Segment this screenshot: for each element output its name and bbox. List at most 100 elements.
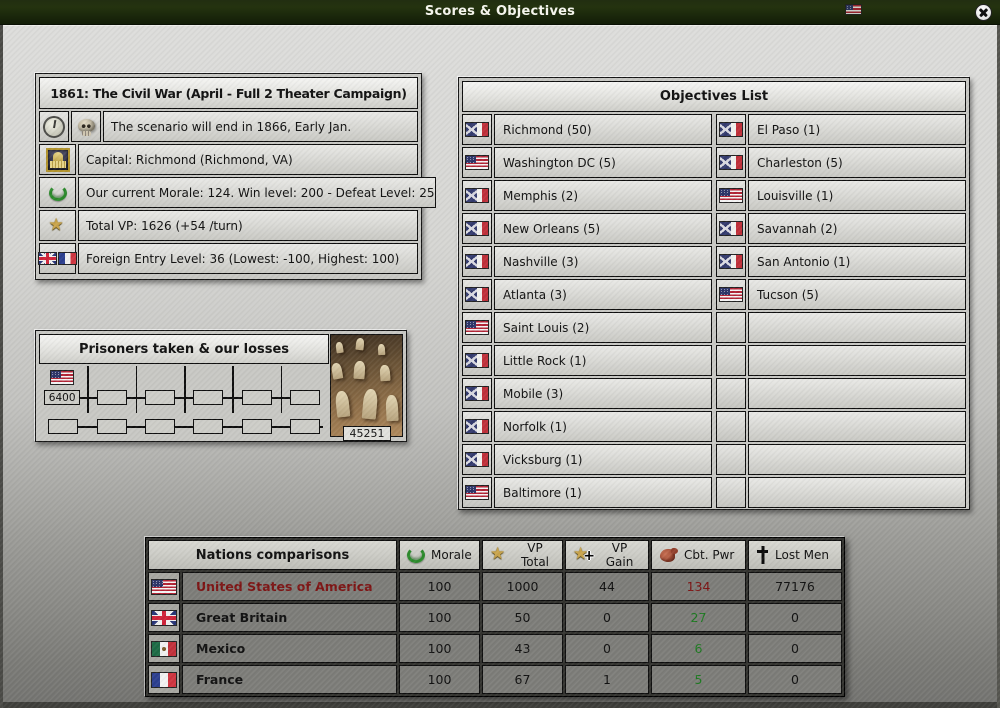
objective-flag-cell	[462, 378, 492, 409]
objective-label: Baltimore (1)	[494, 477, 712, 508]
skull-icon	[76, 117, 97, 137]
objective-row	[716, 378, 966, 409]
scenario-row-text: Our current Morale: 124. Win level: 200 …	[78, 177, 436, 208]
nation-value: 0	[565, 634, 649, 663]
objective-flag-cell	[462, 114, 492, 145]
dialog-titlebar: Scores & Objectives	[0, 0, 1000, 25]
column-header-label: VP Gain	[605, 541, 634, 569]
objective-row[interactable]: Richmond (50)	[462, 114, 712, 145]
nation-value: 43	[482, 634, 563, 663]
uk-flag-icon	[151, 609, 177, 626]
column-header-label: Cbt. Pwr	[684, 548, 735, 562]
objective-label: Tucson (5)	[748, 279, 966, 310]
scenario-row-text: The scenario will end in 1866, Early Jan…	[103, 111, 418, 142]
laurel-icon	[407, 547, 425, 563]
star-icon	[49, 215, 67, 235]
nation-value: 100	[399, 572, 480, 601]
csa-flag-icon	[465, 386, 489, 401]
nation-row: United States of America 100 1000 44 134 7717…	[148, 572, 842, 601]
usa-flag-icon	[151, 578, 177, 595]
scenario-rows: The scenario will end in 1866, Early Jan…	[38, 111, 436, 274]
nation-value: 100	[399, 665, 480, 694]
close-button[interactable]	[975, 4, 992, 21]
objective-label: Memphis (2)	[494, 180, 712, 211]
objectives-right-column: El Paso (1) Charleston (5) Louisville (1) S…	[716, 114, 966, 510]
nation-row: Mexico 100 43 0 6 0	[148, 634, 842, 663]
nation-row: France 100 67 1 5 0	[148, 665, 842, 694]
objective-row[interactable]: New Orleans (5)	[462, 213, 712, 244]
connector-line	[53, 426, 323, 428]
csa-flag-icon	[719, 122, 743, 137]
nation-value: 44	[565, 572, 649, 601]
loss-box	[289, 419, 320, 434]
objective-row[interactable]: El Paso (1)	[716, 114, 966, 145]
usa-flag-icon	[465, 320, 489, 335]
objective-label: Saint Louis (2)	[494, 312, 712, 343]
column-header-lost-men: Lost Men	[748, 540, 842, 570]
usa-flag-icon	[465, 485, 489, 500]
mexico-flag-icon	[151, 640, 177, 657]
objective-row	[716, 444, 966, 475]
objective-row[interactable]: San Antonio (1)	[716, 246, 966, 277]
nation-value: 27	[651, 603, 746, 632]
objective-label: San Antonio (1)	[748, 246, 966, 277]
objective-row[interactable]: Memphis (2)	[462, 180, 712, 211]
objective-row	[716, 411, 966, 442]
scenario-panel: 1861: The Civil War (April - Full 2 Thea…	[35, 73, 436, 280]
scenario-icon-cell	[39, 177, 76, 208]
scenario-row: Total VP: 1626 (+54 /turn)	[39, 210, 418, 241]
objective-label: Washington DC (5)	[494, 147, 712, 178]
nation-flag-cell	[148, 572, 180, 601]
loss-box	[96, 390, 127, 405]
scores-objectives-dialog: Scores & Objectives 1861: The Civil War …	[0, 0, 1000, 708]
objective-flag-cell	[462, 279, 492, 310]
column-header-label: Morale	[431, 548, 472, 562]
prisoners-value: 6400	[44, 390, 81, 405]
objective-label	[748, 444, 966, 475]
objective-row[interactable]: Baltimore (1)	[462, 477, 712, 508]
objective-row[interactable]: Nashville (3)	[462, 246, 712, 277]
objective-flag-cell	[716, 411, 746, 442]
scenario-icon-cell	[38, 243, 77, 274]
capitol-icon	[45, 147, 70, 172]
objective-row	[716, 477, 966, 508]
objective-flag-cell	[462, 477, 492, 508]
graveyard-image	[330, 334, 403, 437]
objective-row[interactable]: Saint Louis (2)	[462, 312, 712, 343]
csa-flag-icon	[719, 221, 743, 236]
loss-box	[144, 419, 175, 434]
objective-flag-cell	[462, 312, 492, 343]
objective-label: Norfolk (1)	[494, 411, 712, 442]
objective-flag-cell	[462, 345, 492, 376]
losses-diagram: 6400	[39, 366, 329, 437]
cross-icon	[756, 546, 769, 564]
column-header-vp-total: VP Total	[482, 540, 563, 570]
objective-row[interactable]: Little Rock (1)	[462, 345, 712, 376]
csa-flag-icon	[465, 188, 489, 203]
scenario-row: Capital: Richmond (Richmond, VA)	[39, 144, 418, 175]
objective-row[interactable]: Norfolk (1)	[462, 411, 712, 442]
objective-row[interactable]: Washington DC (5)	[462, 147, 712, 178]
usa-flag-icon	[465, 155, 489, 170]
nation-value: 67	[482, 665, 563, 694]
nation-name: United States of America	[182, 572, 397, 601]
scenario-row: Foreign Entry Level: 36 (Lowest: -100, H…	[38, 243, 418, 274]
nation-flag-cell	[148, 634, 180, 663]
objective-row[interactable]: Charleston (5)	[716, 147, 966, 178]
objective-label: El Paso (1)	[748, 114, 966, 145]
objective-row[interactable]: Louisville (1)	[716, 180, 966, 211]
objective-flag-cell	[716, 147, 746, 178]
objective-label	[748, 345, 966, 376]
objectives-title: Objectives List	[462, 81, 966, 112]
nations-header-row: Nations comparisons Morale VP Total VP Gain…	[148, 540, 842, 570]
objective-row[interactable]: Tucson (5)	[716, 279, 966, 310]
objective-label: Richmond (50)	[494, 114, 712, 145]
objective-row[interactable]: Atlanta (3)	[462, 279, 712, 310]
scenario-icon-cell	[39, 210, 76, 241]
objective-row[interactable]: Mobile (3)	[462, 378, 712, 409]
objective-label: Nashville (3)	[494, 246, 712, 277]
csa-flag-icon	[465, 419, 489, 434]
bicep-icon	[659, 547, 678, 564]
objective-row[interactable]: Vicksburg (1)	[462, 444, 712, 475]
objective-row[interactable]: Savannah (2)	[716, 213, 966, 244]
